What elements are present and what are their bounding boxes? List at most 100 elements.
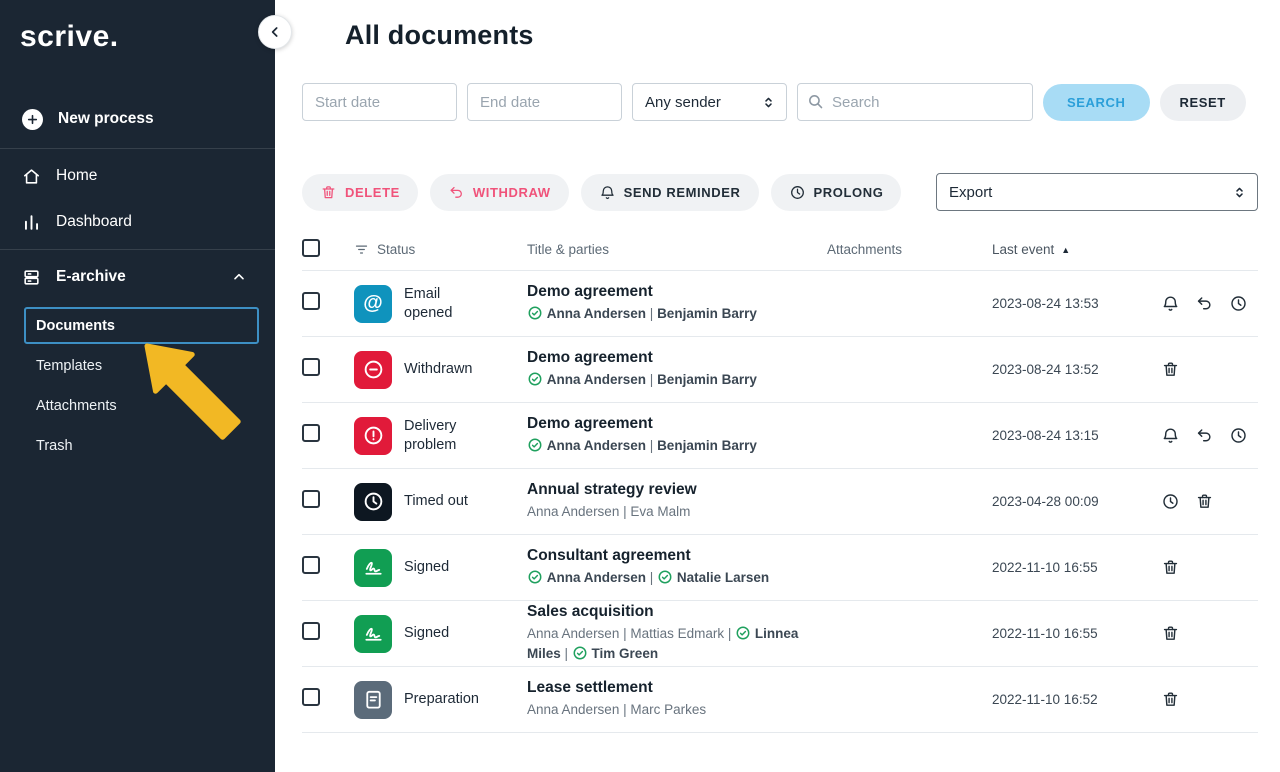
minus-circle-icon	[362, 358, 385, 381]
back-button[interactable]	[258, 15, 292, 49]
party-name: Anna Andersen	[547, 570, 646, 585]
chevron-up-icon	[231, 269, 247, 285]
table-row[interactable]: Preparation Lease settlement Anna Anders…	[302, 667, 1258, 733]
sidebar-item-attachments[interactable]: Attachments	[24, 387, 259, 424]
status-label: Email opened	[404, 285, 484, 323]
status-header-label: Status	[377, 242, 415, 257]
status-icon	[354, 549, 392, 587]
doc-parties: Anna Andersen | Eva Malm	[527, 502, 807, 522]
sidebar: scrive. New process Home Dashboard E-a	[0, 0, 275, 772]
bell-action[interactable]	[1161, 294, 1180, 313]
prolong-action[interactable]	[1229, 294, 1248, 313]
row-actions	[1155, 690, 1258, 709]
search-button[interactable]: SEARCH	[1043, 84, 1150, 121]
new-process-button[interactable]: New process	[0, 96, 275, 142]
app: scrive. New process Home Dashboard E-a	[0, 0, 1280, 772]
signed-check-icon	[735, 625, 751, 641]
sidebar-item-earchive[interactable]: E-archive	[0, 254, 275, 300]
table-row[interactable]: Delivery problem Demo agreement Anna And…	[302, 403, 1258, 469]
signed-check-icon	[657, 569, 673, 585]
export-select[interactable]: Export	[936, 173, 1258, 211]
sidebar-nav: New process Home Dashboard E-archive Doc…	[0, 96, 275, 464]
row-checkbox[interactable]	[302, 688, 320, 706]
trash-icon	[320, 184, 337, 201]
send-reminder-button[interactable]: SEND REMINDER	[581, 174, 759, 211]
withdraw-button[interactable]: WITHDRAW	[430, 174, 569, 211]
sender-select[interactable]: Any sender	[632, 83, 787, 121]
scrive-logo[interactable]: scrive.	[0, 0, 275, 54]
row-checkbox[interactable]	[302, 490, 320, 508]
search-box	[797, 83, 1033, 121]
table-row[interactable]: Withdrawn Demo agreement Anna Andersen |…	[302, 337, 1258, 403]
table-row[interactable]: Signed Consultant agreement Anna Anderse…	[302, 535, 1258, 601]
trash-action[interactable]	[1161, 360, 1180, 379]
row-actions	[1155, 360, 1258, 379]
sidebar-item-trash[interactable]: Trash	[24, 427, 259, 464]
party-name: Benjamin Barry	[657, 306, 757, 321]
bulk-actions-bar: DELETE WITHDRAW SEND REMINDER PROLONG Ex…	[302, 173, 1258, 211]
row-checkbox[interactable]	[302, 622, 320, 640]
sidebar-item-home[interactable]: Home	[0, 153, 275, 199]
document-rows: @ Email opened Demo agreement Anna Ander…	[302, 271, 1258, 733]
bell-action[interactable]	[1161, 426, 1180, 445]
signed-check-icon	[572, 645, 588, 661]
select-stepper-icon	[1232, 184, 1247, 201]
table-row[interactable]: Timed out Annual strategy review Anna An…	[302, 469, 1258, 535]
sidebar-item-documents[interactable]: Documents	[24, 307, 259, 344]
title-column-header: Title & parties	[527, 242, 827, 257]
prolong-clock-icon	[1229, 426, 1248, 445]
prolong-button[interactable]: PROLONG	[771, 174, 902, 211]
prolong-action[interactable]	[1229, 426, 1248, 445]
clock-icon	[362, 490, 385, 513]
last-event-header-label: Last event	[992, 242, 1054, 257]
trash-action[interactable]	[1195, 492, 1214, 511]
trash-label: Trash	[36, 438, 73, 454]
trash-action[interactable]	[1161, 558, 1180, 577]
home-icon	[22, 167, 41, 186]
status-icon: @	[354, 285, 392, 323]
filter-icon	[354, 242, 369, 257]
table-row[interactable]: Signed Sales acquisition Anna Andersen |…	[302, 601, 1258, 667]
row-checkbox[interactable]	[302, 556, 320, 574]
row-last-event: 2023-08-24 13:53	[992, 296, 1155, 311]
table-row[interactable]: @ Email opened Demo agreement Anna Ander…	[302, 271, 1258, 337]
row-checkbox[interactable]	[302, 292, 320, 310]
party-name: Benjamin Barry	[657, 372, 757, 387]
doc-title: Sales acquisition	[527, 603, 807, 621]
row-checkbox[interactable]	[302, 424, 320, 442]
withdraw-label: WITHDRAW	[473, 185, 551, 200]
signed-check-icon	[527, 305, 543, 321]
sidebar-divider	[0, 148, 275, 149]
reset-button[interactable]: RESET	[1160, 84, 1246, 121]
sidebar-item-templates[interactable]: Templates	[24, 347, 259, 384]
status-icon	[354, 681, 392, 719]
trash-action[interactable]	[1161, 624, 1180, 643]
end-date-input[interactable]	[467, 83, 622, 121]
withdraw-action[interactable]	[1195, 426, 1214, 445]
archive-icon	[22, 268, 41, 287]
select-all-checkbox[interactable]	[302, 239, 320, 257]
party-name: Anna Andersen	[527, 504, 619, 519]
prolong-action[interactable]	[1161, 492, 1180, 511]
dashboard-icon	[22, 213, 41, 232]
signed-check-icon	[527, 437, 543, 453]
withdraw-action[interactable]	[1195, 294, 1214, 313]
party-name: Natalie Larsen	[677, 570, 769, 585]
status-column-header[interactable]: Status	[354, 242, 527, 257]
row-checkbox[interactable]	[302, 358, 320, 376]
sidebar-item-dashboard[interactable]: Dashboard	[0, 199, 275, 245]
last-event-column-header[interactable]: Last event ▲	[992, 242, 1155, 257]
party-name: Anna Andersen	[527, 702, 619, 717]
prolong-clock-icon	[1229, 294, 1248, 313]
status-label: Signed	[404, 558, 484, 577]
trash-icon	[1161, 558, 1180, 577]
signature-icon	[362, 556, 385, 579]
delete-button[interactable]: DELETE	[302, 174, 418, 211]
withdraw-icon	[1195, 426, 1214, 445]
search-input[interactable]	[797, 83, 1033, 121]
trash-action[interactable]	[1161, 690, 1180, 709]
signed-check-icon	[527, 569, 543, 585]
party-name: Anna Andersen	[547, 438, 646, 453]
start-date-input[interactable]	[302, 83, 457, 121]
bell-icon	[1161, 294, 1180, 313]
